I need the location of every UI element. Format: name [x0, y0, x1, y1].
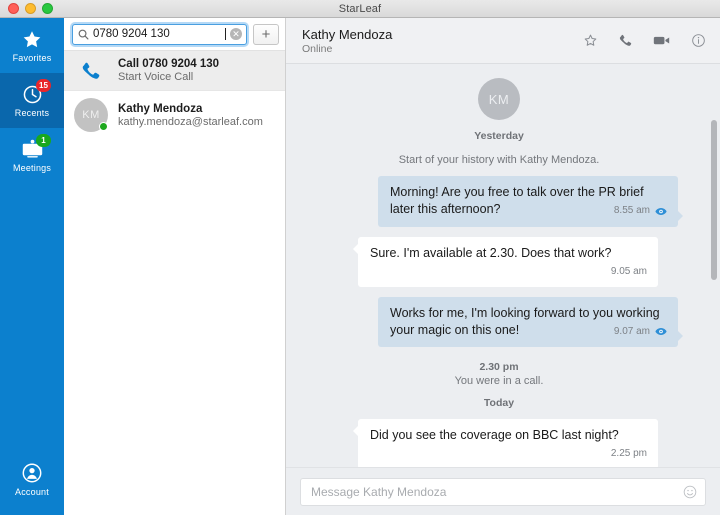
- message-meta: 9.05 am: [611, 265, 647, 279]
- message-text: Sure. I'm available at 2.30. Does that w…: [370, 245, 612, 260]
- message-bubble-incoming[interactable]: Sure. I'm available at 2.30. Does that w…: [353, 236, 658, 287]
- contact-name: Kathy Mendoza: [302, 26, 393, 42]
- title-bar: StarLeaf: [0, 0, 720, 18]
- avatar-initials: KM: [488, 91, 510, 107]
- avatar-initials: KM: [82, 109, 100, 121]
- thread-scrollbar[interactable]: [711, 120, 717, 280]
- message-thread[interactable]: KM Yesterday Start of your history with …: [286, 64, 720, 467]
- message-input-placeholder: Message Kathy Mendoza: [311, 484, 447, 499]
- call-event-time: 2.30 pm: [479, 361, 519, 374]
- message-time: 9.05 am: [610, 265, 647, 277]
- conversation-panel: Kathy Mendoza Online KM Yesterday Start …: [286, 18, 720, 515]
- clear-search-icon[interactable]: ✕: [230, 28, 242, 40]
- video-icon[interactable]: [653, 34, 671, 47]
- sidebar-item-recents[interactable]: 15 Recents: [0, 73, 64, 128]
- meetings-badge: 1: [36, 134, 51, 147]
- message-time: 2.25 pm: [610, 448, 647, 460]
- star-icon: [19, 28, 45, 50]
- search-input[interactable]: 0780 9204 130 ✕: [72, 23, 247, 45]
- sidebar-item-meetings[interactable]: 1 Meetings: [0, 128, 64, 183]
- text-caret: [225, 28, 226, 40]
- message-row: Did you see the coverage on BBC last nig…: [306, 419, 692, 467]
- sidebar-item-label: Meetings: [12, 163, 52, 173]
- presence-online-icon: [99, 122, 108, 131]
- seen-eye-icon: [655, 207, 667, 216]
- search-result-text: Call 0780 9204 130 Start Voice Call: [118, 58, 219, 83]
- contact-name: Kathy Mendoza: [118, 102, 203, 115]
- sidebar-item-account[interactable]: Account: [0, 452, 64, 507]
- seen-eye-icon: [655, 327, 667, 336]
- sidebar-item-label: Favorites: [12, 53, 52, 63]
- search-icon: [78, 29, 89, 40]
- search-input-value: 0780 9204 130: [93, 28, 170, 40]
- window-title: StarLeaf: [338, 2, 382, 15]
- avatar: KM: [478, 78, 520, 120]
- message-composer: Message Kathy Mendoza: [286, 467, 720, 515]
- starleaf-window: StarLeaf Favorites 15 Recents 1 Meetings…: [0, 0, 720, 515]
- phone-icon[interactable]: [618, 33, 633, 48]
- info-icon[interactable]: [691, 33, 706, 48]
- clock-icon: 15: [19, 79, 51, 105]
- day-divider: Today: [483, 397, 515, 410]
- message-bubble-outgoing[interactable]: Works for me, I'm looking forward to you…: [378, 296, 683, 348]
- search-result-call-action[interactable]: Call 0780 9204 130 Start Voice Call: [64, 51, 285, 90]
- conversation-header: Kathy Mendoza Online: [286, 18, 720, 64]
- conversation-title-block: Kathy Mendoza Online: [302, 27, 392, 55]
- call-event: 2.30 pm You were in a call.: [306, 361, 692, 387]
- search-result-contact[interactable]: KM Kathy Mendoza kathy.mendoza@starleaf.…: [64, 90, 285, 139]
- system-message: Start of your history with Kathy Mendoza…: [398, 154, 600, 166]
- conversation-avatar-block: KM Yesterday Start of your history with …: [306, 78, 692, 166]
- message-meta: 8.55 am: [614, 204, 667, 218]
- message-row: Works for me, I'm looking forward to you…: [306, 296, 692, 348]
- sidebar-item-label: Recents: [14, 108, 50, 118]
- status-badge: Online: [302, 42, 333, 55]
- recents-badge: 15: [36, 79, 51, 92]
- meetings-icon: 1: [19, 134, 51, 160]
- message-bubble-outgoing[interactable]: Morning! Are you free to talk over the P…: [378, 176, 683, 227]
- phone-icon: [74, 60, 108, 82]
- avatar: KM: [74, 98, 108, 132]
- message-input[interactable]: Message Kathy Mendoza: [300, 477, 706, 506]
- message-row: Morning! Are you free to talk over the P…: [306, 176, 692, 227]
- sidebar-item-label: Account: [15, 487, 49, 497]
- add-contact-button[interactable]: +: [253, 23, 279, 45]
- contact-email: kathy.mendoza@starleaf.com: [118, 115, 263, 128]
- message-text: Morning! Are you free to talk over the P…: [390, 185, 644, 217]
- message-meta: 9.07 am: [614, 325, 667, 339]
- search-panel: 0780 9204 130 ✕ + Call 0780 9204 130 Sta…: [64, 18, 286, 515]
- search-result-text: Kathy Mendoza kathy.mendoza@starleaf.com: [118, 103, 263, 128]
- call-event-text: You were in a call.: [454, 375, 544, 388]
- emoji-icon[interactable]: [683, 485, 697, 499]
- window-body: Favorites 15 Recents 1 Meetings Account …: [0, 18, 720, 515]
- message-time: 8.55 am: [613, 205, 650, 217]
- search-results: Call 0780 9204 130 Start Voice Call KM K…: [64, 50, 285, 139]
- search-result-subtitle: Start Voice Call: [118, 71, 194, 83]
- account-icon: [19, 462, 45, 484]
- sidebar-item-favorites[interactable]: Favorites: [0, 18, 64, 73]
- favorite-icon[interactable]: [583, 33, 598, 48]
- conversation-actions: [583, 33, 706, 48]
- message-time: 9.07 am: [613, 325, 650, 337]
- day-divider: Yesterday: [474, 130, 524, 142]
- message-bubble-incoming[interactable]: Did you see the coverage on BBC last nig…: [353, 419, 658, 467]
- day-divider-today-block: Today: [306, 397, 692, 409]
- contact-list-empty-area: [64, 139, 285, 515]
- message-text: Did you see the coverage on BBC last nig…: [370, 428, 619, 443]
- sidebar: Favorites 15 Recents 1 Meetings Account: [0, 18, 64, 515]
- message-meta: 2.25 pm: [611, 447, 647, 461]
- message-row: Sure. I'm available at 2.30. Does that w…: [306, 236, 692, 287]
- search-result-title: Call 0780 9204 130: [118, 58, 220, 70]
- search-bar: 0780 9204 130 ✕ +: [64, 18, 285, 50]
